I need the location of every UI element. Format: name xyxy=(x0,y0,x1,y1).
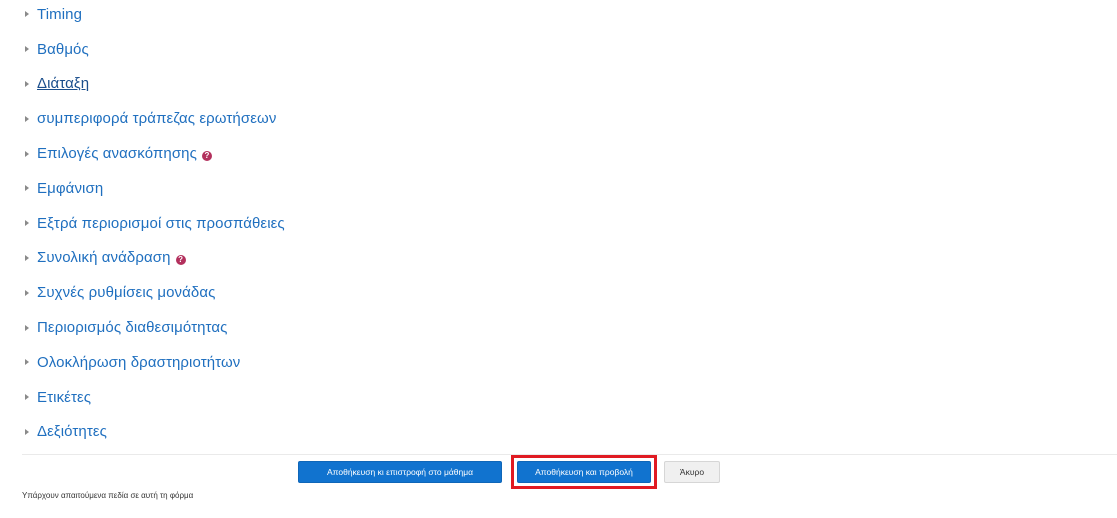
save-and-display-button[interactable]: Αποθήκευση και προβολή xyxy=(517,461,651,483)
section-label[interactable]: Δεξιότητες xyxy=(37,423,107,440)
chevron-right-icon xyxy=(25,254,29,261)
section-label[interactable]: Περιορισμός διαθεσιμότητας xyxy=(37,319,227,336)
section-header[interactable]: Συχνές ρυθμίσεις μονάδας xyxy=(22,275,762,310)
chevron-right-icon xyxy=(25,185,29,192)
section-label[interactable]: Διάταξη xyxy=(37,75,89,92)
section-label[interactable]: συμπεριφορά τράπεζας ερωτήσεων xyxy=(37,110,276,127)
chevron-right-icon xyxy=(25,289,29,296)
section-header[interactable]: Ετικέτες xyxy=(22,380,762,415)
section-label[interactable]: Συχνές ρυθμίσεις μονάδας xyxy=(37,284,215,301)
question-circle-icon[interactable]: ? xyxy=(201,150,212,161)
section-header[interactable]: συμπεριφορά τράπεζας ερωτήσεων xyxy=(22,101,762,136)
section-label[interactable]: Εμφάνιση xyxy=(37,180,103,197)
required-fields-note: Υπάρχουν απαιτούμενα πεδία σε αυτή τη φό… xyxy=(22,491,194,500)
chevron-right-icon xyxy=(25,46,29,53)
section-label[interactable]: Εξτρά περιορισμοί στις προσπάθειες xyxy=(37,215,285,232)
form-buttons: Αποθήκευση κι επιστροφή στο μάθημα Αποθή… xyxy=(298,455,720,489)
section-label[interactable]: Timing xyxy=(37,6,82,23)
chevron-right-icon xyxy=(25,428,29,435)
chevron-right-icon xyxy=(25,324,29,331)
chevron-right-icon xyxy=(25,11,29,18)
section-label[interactable]: Επιλογές ανασκόπησης xyxy=(37,145,197,162)
section-header[interactable]: Συνολική ανάδραση? xyxy=(22,241,762,276)
chevron-right-icon xyxy=(25,115,29,122)
section-label[interactable]: Ολοκλήρωση δραστηριοτήτων xyxy=(37,354,240,371)
chevron-right-icon xyxy=(25,220,29,227)
cancel-button[interactable]: Άκυρο xyxy=(664,461,720,483)
chevron-right-icon xyxy=(25,359,29,366)
section-header[interactable]: Περιορισμός διαθεσιμότητας xyxy=(22,310,762,345)
section-header[interactable]: Βαθμός xyxy=(22,32,762,67)
section-label[interactable]: Βαθμός xyxy=(37,41,89,58)
section-label[interactable]: Ετικέτες xyxy=(37,389,91,406)
settings-sections: Timing Βαθμός Διάταξη συμπεριφορά τράπεζας … xyxy=(22,0,762,449)
section-header[interactable]: Επιλογές ανασκόπησης? xyxy=(22,136,762,171)
chevron-right-icon xyxy=(25,394,29,401)
section-header[interactable]: Εμφάνιση xyxy=(22,171,762,206)
section-label[interactable]: Συνολική ανάδραση xyxy=(37,249,171,266)
section-header[interactable]: Timing xyxy=(22,0,762,32)
question-circle-icon[interactable]: ? xyxy=(175,254,186,265)
section-header[interactable]: Διάταξη xyxy=(22,67,762,102)
section-header[interactable]: Δεξιότητες xyxy=(22,415,762,450)
chevron-right-icon xyxy=(25,80,29,87)
section-header[interactable]: Εξτρά περιορισμοί στις προσπάθειες xyxy=(22,206,762,241)
section-header[interactable]: Ολοκλήρωση δραστηριοτήτων xyxy=(22,345,762,380)
highlight-box: Αποθήκευση και προβολή xyxy=(511,455,657,489)
save-and-return-button[interactable]: Αποθήκευση κι επιστροφή στο μάθημα xyxy=(298,461,502,483)
chevron-right-icon xyxy=(25,150,29,157)
